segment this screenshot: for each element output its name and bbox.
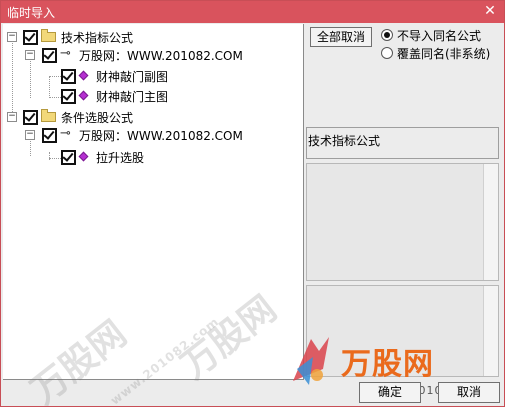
diamond-icon bbox=[78, 151, 89, 162]
diamond-icon bbox=[78, 90, 89, 101]
collapse-icon[interactable]: − bbox=[7, 112, 17, 122]
tree-node-label: 条件选股公式 bbox=[61, 111, 134, 125]
tree-node-source[interactable]: − ⊸ 万股网：WWW.201082.COM bbox=[3, 46, 303, 64]
brand-logo-text: 万股网 bbox=[341, 347, 434, 382]
close-icon[interactable]: ✕ bbox=[482, 3, 498, 19]
tree-node-group[interactable]: − 条件选股公式 bbox=[3, 108, 303, 126]
checkbox[interactable] bbox=[61, 89, 76, 104]
folder-icon bbox=[41, 29, 56, 42]
key-icon: ⊸ bbox=[60, 126, 71, 141]
brand-logo-icon bbox=[293, 337, 329, 385]
title-bar[interactable]: 临时导入 ✕ bbox=[1, 1, 504, 23]
formula-tree[interactable]: − 技术指标公式 − ⊸ 万股网：WWW.201082.COM 财神敲门副图 财… bbox=[3, 24, 304, 412]
key-icon: ⊸ bbox=[60, 46, 71, 61]
radio-no-import[interactable] bbox=[381, 29, 393, 41]
tree-node-label: 财神敲门副图 bbox=[96, 70, 169, 84]
tree-node-label: 万股网：WWW.201082.COM bbox=[79, 49, 243, 63]
collapse-icon[interactable]: − bbox=[7, 32, 17, 42]
tree-node-source[interactable]: − ⊸ 万股网：WWW.201082.COM bbox=[3, 126, 303, 144]
checkbox[interactable] bbox=[42, 48, 57, 63]
radio-overwrite-label[interactable]: 覆盖同名(非系统) bbox=[397, 45, 490, 62]
radio-overwrite[interactable] bbox=[381, 47, 393, 59]
checkbox[interactable] bbox=[23, 30, 38, 45]
checkbox[interactable] bbox=[61, 150, 76, 165]
formula-description-panel[interactable] bbox=[306, 163, 499, 281]
tree-node-formula[interactable]: 拉升选股 bbox=[3, 148, 303, 166]
tree-node-formula[interactable]: 财神敲门副图 bbox=[3, 67, 303, 85]
import-dialog: 临时导入 ✕ − 技术指标公式 − ⊸ 万股网：WWW.201082.COM 财… bbox=[0, 0, 505, 412]
ok-button[interactable]: 确定 bbox=[359, 382, 421, 403]
window-title: 临时导入 bbox=[7, 6, 56, 20]
tree-node-label: 技术指标公式 bbox=[61, 31, 134, 45]
cancel-button[interactable]: 取消 bbox=[438, 382, 500, 403]
collapse-icon[interactable]: − bbox=[25, 50, 35, 60]
diamond-icon bbox=[78, 70, 89, 81]
scrollbar[interactable] bbox=[483, 164, 498, 280]
tree-node-formula[interactable]: 财神敲门主图 bbox=[3, 87, 303, 105]
cancel-all-button[interactable]: 全部取消 bbox=[310, 27, 372, 47]
info-title: 技术指标公式 bbox=[308, 134, 381, 148]
tree-node-label: 财神敲门主图 bbox=[96, 90, 169, 104]
checkbox[interactable] bbox=[61, 69, 76, 84]
tree-node-label: 拉升选股 bbox=[96, 151, 145, 165]
tree-node-group[interactable]: − 技术指标公式 bbox=[3, 28, 303, 46]
tree-node-label: 万股网：WWW.201082.COM bbox=[79, 129, 243, 143]
collapse-icon[interactable]: − bbox=[25, 130, 35, 140]
radio-no-import-label[interactable]: 不导入同名公式 bbox=[397, 27, 481, 44]
scrollbar[interactable] bbox=[483, 286, 498, 376]
checkbox[interactable] bbox=[42, 128, 57, 143]
folder-icon bbox=[41, 109, 56, 122]
checkbox[interactable] bbox=[23, 110, 38, 125]
